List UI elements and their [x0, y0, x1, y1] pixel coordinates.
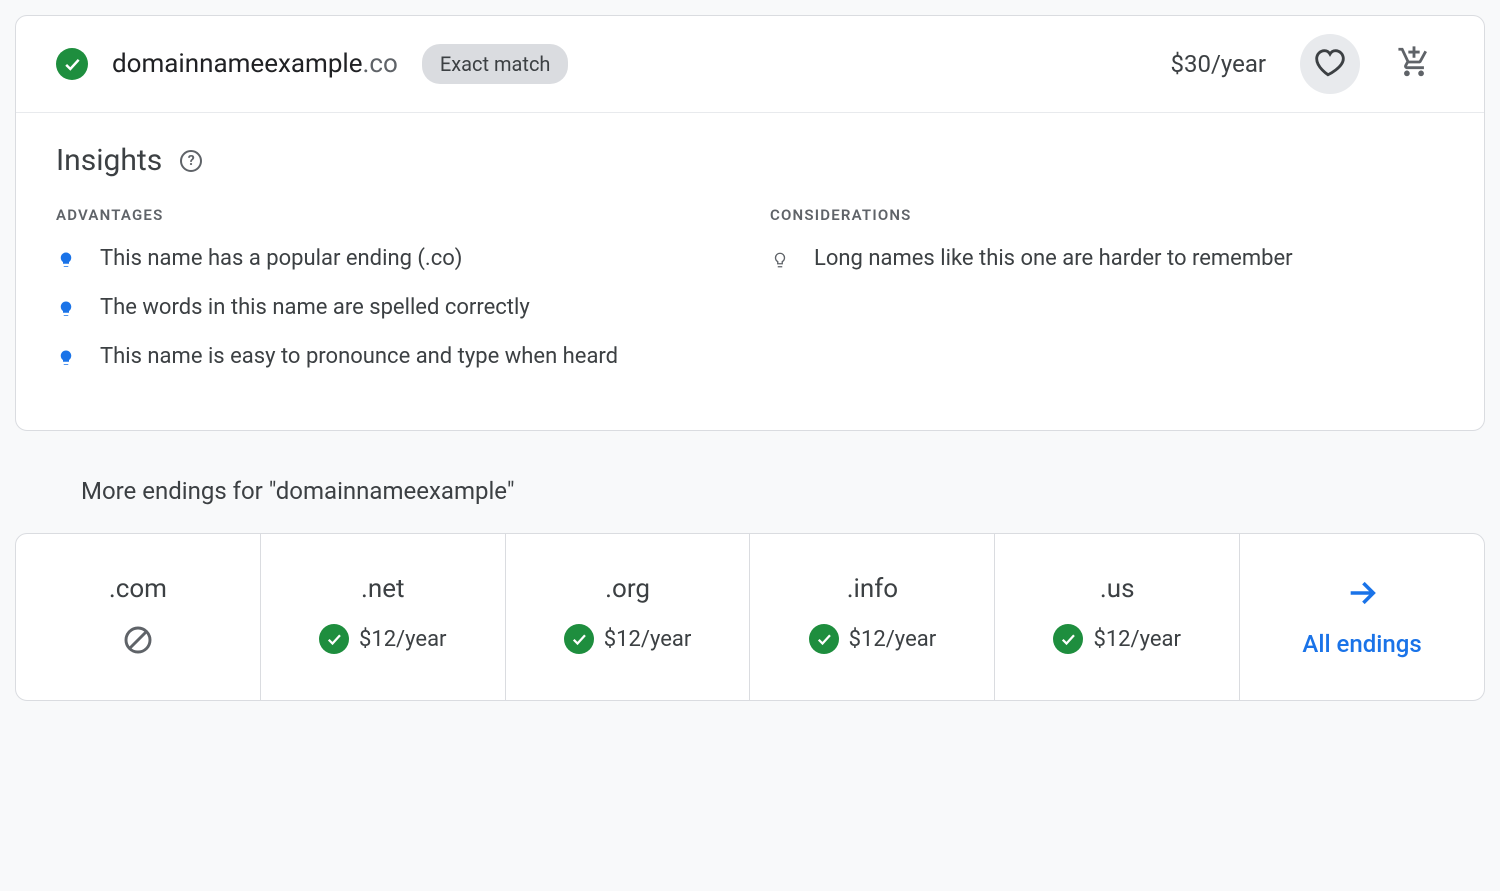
consideration-text: Long names like this one are harder to r…: [814, 244, 1293, 275]
advantage-item: This name is easy to pronounce and type …: [56, 342, 730, 373]
ending-price: $12/year: [359, 627, 447, 652]
available-check-icon: [1053, 624, 1083, 654]
available-check-icon: [56, 48, 88, 80]
more-endings-heading: More endings for "domainnameexample": [81, 477, 1485, 505]
ending-tld: .us: [1100, 574, 1135, 604]
domain-price: $30/year: [1171, 50, 1266, 78]
domain-tld-text: .co: [363, 49, 398, 79]
ending-option-us[interactable]: .us $12/year: [995, 534, 1240, 700]
ending-price: $12/year: [1093, 627, 1181, 652]
insights-title: Insights: [56, 143, 162, 178]
ending-tld: .com: [109, 574, 167, 604]
available-check-icon: [809, 624, 839, 654]
ending-price: $12/year: [849, 627, 937, 652]
available-check-icon: [564, 624, 594, 654]
unavailable-icon: [122, 624, 154, 660]
arrow-right-icon: [1345, 576, 1379, 614]
ending-tld: .net: [361, 574, 405, 604]
lightbulb-outline-icon: [770, 244, 790, 272]
advantage-item: This name has a popular ending (.co): [56, 244, 730, 275]
considerations-heading: CONSIDERATIONS: [770, 206, 1444, 224]
advantages-heading: ADVANTAGES: [56, 206, 730, 224]
ending-tld: .org: [605, 574, 650, 604]
help-icon[interactable]: ?: [180, 150, 202, 172]
endings-list: .com .net $12/year .org $12/year .info $…: [15, 533, 1485, 701]
available-check-icon: [319, 624, 349, 654]
lightbulb-icon: [56, 342, 76, 370]
ending-option-net[interactable]: .net $12/year: [261, 534, 506, 700]
advantages-column: ADVANTAGES This name has a popular endin…: [56, 206, 730, 390]
considerations-column: CONSIDERATIONS Long names like this one …: [770, 206, 1444, 390]
lightbulb-icon: [56, 244, 76, 272]
ending-price: $12/year: [604, 627, 692, 652]
exact-match-badge: Exact match: [422, 44, 569, 84]
advantage-text: This name is easy to pronounce and type …: [100, 342, 618, 373]
cart-plus-icon: [1397, 45, 1431, 83]
favorite-button[interactable]: [1300, 34, 1360, 94]
ending-tld: .info: [847, 574, 898, 604]
insights-section: Insights ? ADVANTAGES This name has a po…: [16, 113, 1484, 430]
domain-header: domainnameexample.co Exact match $30/yea…: [16, 16, 1484, 113]
domain-result-card: domainnameexample.co Exact match $30/yea…: [15, 15, 1485, 431]
domain-name: domainnameexample.co: [112, 49, 398, 79]
ending-option-info[interactable]: .info $12/year: [750, 534, 995, 700]
domain-base-text: domainnameexample: [112, 49, 363, 79]
heart-icon: [1313, 45, 1347, 83]
all-endings-button[interactable]: All endings: [1240, 534, 1484, 700]
ending-option-org[interactable]: .org $12/year: [506, 534, 751, 700]
add-to-cart-button[interactable]: [1384, 34, 1444, 94]
advantage-text: This name has a popular ending (.co): [100, 244, 462, 275]
lightbulb-icon: [56, 293, 76, 321]
advantage-text: The words in this name are spelled corre…: [100, 293, 530, 324]
advantage-item: The words in this name are spelled corre…: [56, 293, 730, 324]
all-endings-label: All endings: [1302, 630, 1421, 658]
consideration-item: Long names like this one are harder to r…: [770, 244, 1444, 275]
ending-option-com[interactable]: .com: [16, 534, 261, 700]
